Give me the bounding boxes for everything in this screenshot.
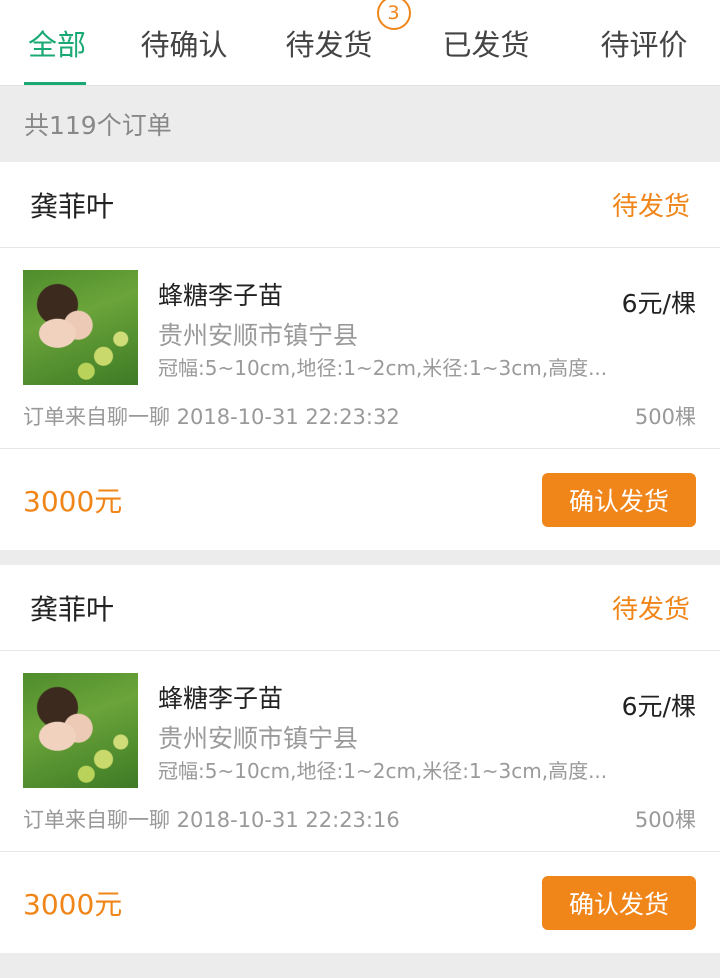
- tab-to-confirm-label: 待确认: [140, 27, 228, 62]
- order-header: 龚菲叶 待发货: [0, 565, 720, 651]
- product-info: 蜂糖李子苗 贵州安顺市镇宁县 冠幅:5~10cm,地径:1~2cm,米径:1~3…: [158, 673, 696, 790]
- order-status: 待发货: [611, 192, 690, 222]
- order-footer: 3000元 确认发货: [0, 449, 720, 550]
- tab-to-review[interactable]: 待评价: [568, 0, 720, 85]
- product-location: 贵州安顺市镇宁县: [158, 321, 359, 350]
- tab-to-ship[interactable]: 待发货 3: [254, 0, 411, 85]
- order-total: 3000元: [23, 887, 123, 921]
- product-name: 蜂糖李子苗: [158, 684, 284, 713]
- order-item[interactable]: 蜂糖李子苗 贵州安顺市镇宁县 冠幅:5~10cm,地径:1~2cm,米径:1~3…: [0, 651, 720, 852]
- tab-all-label: 全部: [27, 27, 86, 62]
- product-row: 蜂糖李子苗 贵州安顺市镇宁县 冠幅:5~10cm,地径:1~2cm,米径:1~3…: [23, 673, 696, 790]
- order-header: 龚菲叶 待发货: [0, 162, 720, 248]
- order-status: 待发货: [611, 595, 690, 625]
- product-spec: 冠幅:5~10cm,地径:1~2cm,米径:1~3cm,高度...: [158, 356, 608, 380]
- product-thumbnail: [23, 673, 138, 788]
- buyer-name: 龚菲叶: [30, 189, 115, 223]
- order-card: 龚菲叶 待发货 蜂糖李子苗 贵州安顺市镇宁县 冠幅:5~10cm,地径:1~2c…: [0, 162, 720, 550]
- unit-price: 6元/棵: [621, 289, 696, 318]
- order-total: 3000元: [23, 484, 123, 518]
- order-footer: 3000元 确认发货: [0, 852, 720, 953]
- order-meta: 订单来自聊一聊 2018-10-31 22:23:32 500棵: [23, 401, 696, 431]
- product-row: 蜂糖李子苗 贵州安顺市镇宁县 冠幅:5~10cm,地径:1~2cm,米径:1~3…: [23, 270, 696, 387]
- order-quantity: 500棵: [634, 808, 696, 832]
- order-count-summary: 共119个订单: [0, 86, 720, 162]
- confirm-ship-button[interactable]: 确认发货: [542, 875, 696, 930]
- product-thumbnail: [23, 270, 138, 385]
- tab-all[interactable]: 全部: [0, 0, 114, 85]
- order-tabs: 全部 待确认 待发货 3 已发货 待评价: [0, 0, 720, 86]
- tab-to-ship-label: 待发货: [285, 27, 373, 62]
- order-source: 订单来自聊一聊 2018-10-31 22:23:32: [23, 405, 400, 429]
- tab-shipped-label: 已发货: [442, 27, 530, 62]
- order-meta: 订单来自聊一聊 2018-10-31 22:23:16 500棵: [23, 804, 696, 834]
- product-info: 蜂糖李子苗 贵州安顺市镇宁县 冠幅:5~10cm,地径:1~2cm,米径:1~3…: [158, 270, 696, 387]
- buyer-name: 龚菲叶: [30, 592, 115, 626]
- tab-to-confirm[interactable]: 待确认: [114, 0, 254, 85]
- tab-to-review-label: 待评价: [600, 27, 688, 62]
- order-quantity: 500棵: [634, 405, 696, 429]
- tab-shipped[interactable]: 已发货: [404, 0, 568, 85]
- product-location: 贵州安顺市镇宁县: [158, 724, 359, 753]
- product-name: 蜂糖李子苗: [158, 281, 284, 310]
- product-spec: 冠幅:5~10cm,地径:1~2cm,米径:1~3cm,高度...: [158, 759, 608, 783]
- order-source: 订单来自聊一聊 2018-10-31 22:23:16: [23, 808, 400, 832]
- unit-price: 6元/棵: [621, 692, 696, 721]
- order-card: 龚菲叶 待发货 蜂糖李子苗 贵州安顺市镇宁县 冠幅:5~10cm,地径:1~2c…: [0, 565, 720, 953]
- order-item[interactable]: 蜂糖李子苗 贵州安顺市镇宁县 冠幅:5~10cm,地径:1~2cm,米径:1~3…: [0, 248, 720, 449]
- tab-to-ship-wrap: 待发货 3: [285, 0, 411, 64]
- confirm-ship-button[interactable]: 确认发货: [542, 472, 696, 527]
